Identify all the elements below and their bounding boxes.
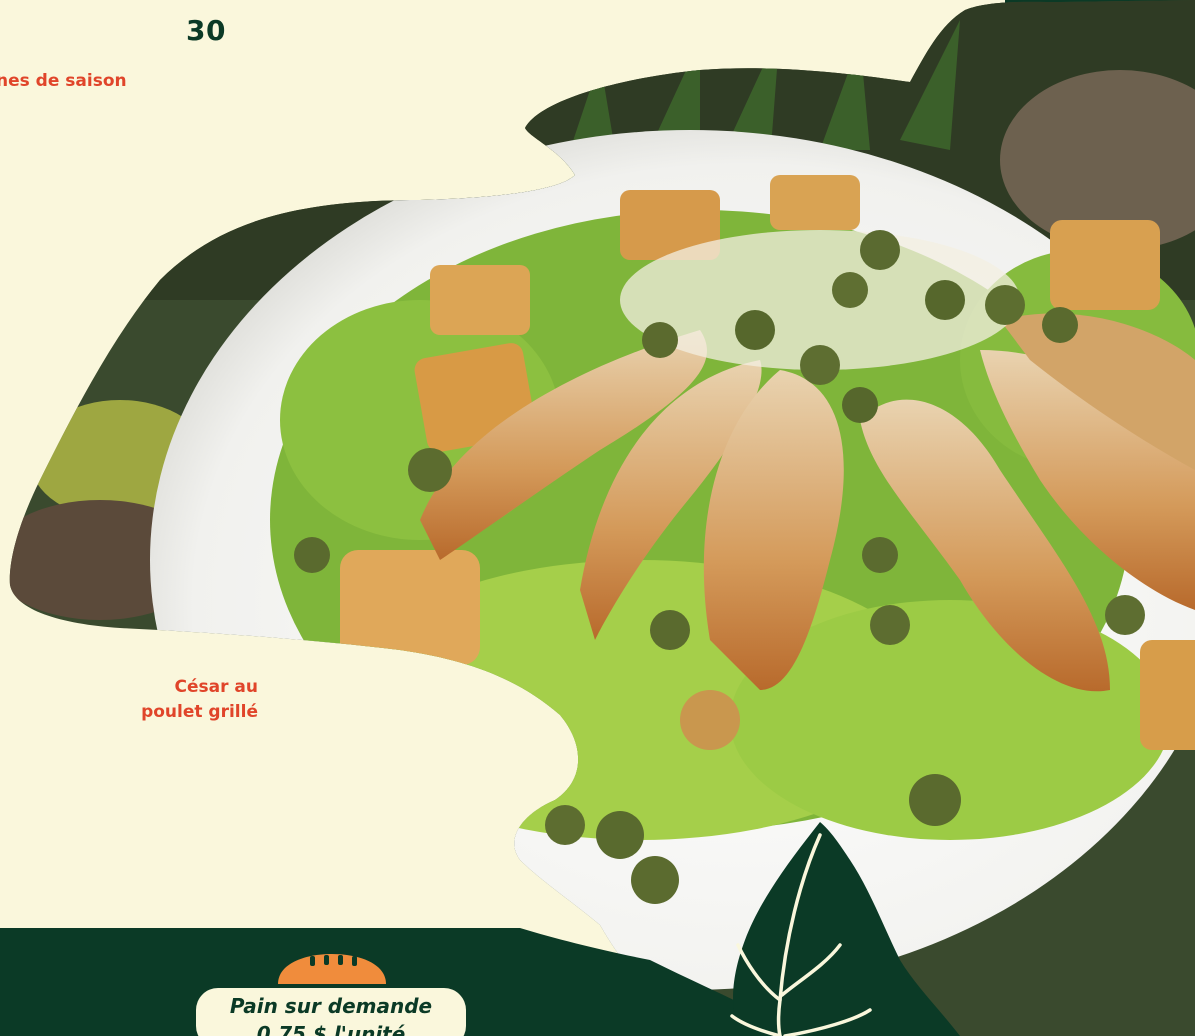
bread-note: Pain sur demande 0,75 $ l'unité — [196, 988, 466, 1036]
dish-name: César au poulet grillé — [96, 675, 258, 725]
menu-page: 30 nes de saison César au poulet grillé … — [0, 0, 1195, 1036]
bread-title: Pain sur demande — [229, 994, 433, 1018]
bread-icon — [278, 954, 386, 984]
dish-name-line1: César au — [174, 677, 258, 697]
salad-photo — [0, 0, 1195, 1036]
price-label: 30 — [186, 14, 226, 47]
section-subtitle: nes de saison — [0, 71, 127, 91]
dish-name-line2: poulet grillé — [141, 702, 258, 722]
bread-price: 0,75 $ l'unité — [256, 1022, 406, 1036]
